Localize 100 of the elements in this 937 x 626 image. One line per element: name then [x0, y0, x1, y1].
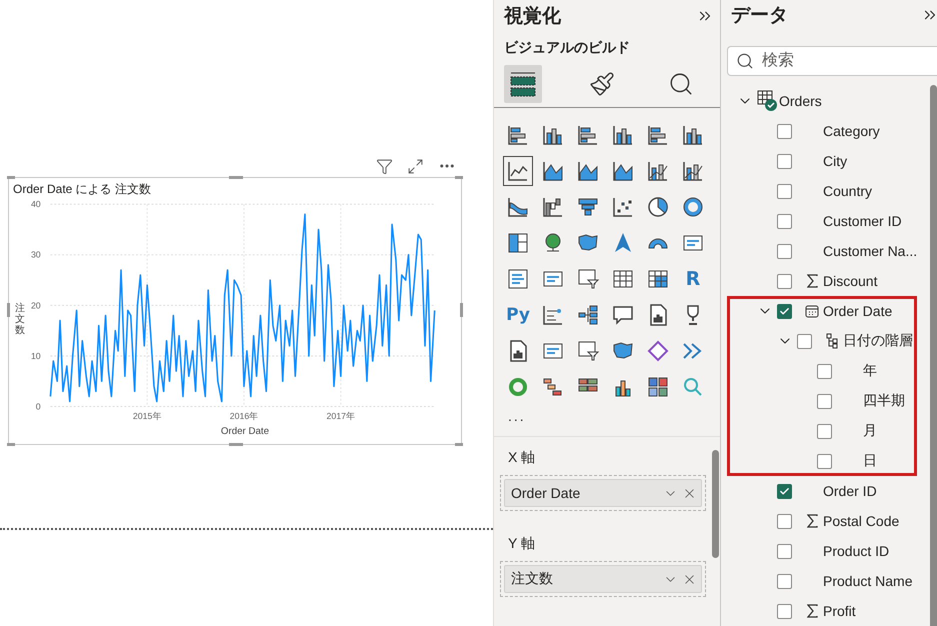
- axis-tick-label: 0: [36, 401, 41, 412]
- area-chart-icon: [576, 159, 600, 183]
- checkbox[interactable]: [817, 394, 832, 408]
- treemap-icon: [506, 231, 530, 255]
- tree-item-label[interactable]: 年: [863, 362, 877, 380]
- axis-tick-label: 30: [30, 250, 41, 260]
- tree-item-label[interactable]: Postal Code: [823, 513, 900, 529]
- field-well[interactable]: 注文数: [500, 561, 706, 597]
- resize-handle[interactable]: [7, 443, 15, 446]
- area-chart-icon: [541, 159, 565, 183]
- sigma-icon: [806, 604, 818, 618]
- axis-tick-label: 2015年: [132, 411, 162, 422]
- column-chart-icon: [541, 123, 565, 147]
- column-chart-icon: [611, 123, 635, 147]
- tree-item-label[interactable]: 月: [863, 422, 877, 440]
- search-icon: [736, 52, 754, 70]
- field-well[interactable]: Order Date: [500, 475, 706, 511]
- build-tab[interactable]: [504, 65, 542, 103]
- table-check-icon: [757, 90, 779, 112]
- checkbox[interactable]: [777, 244, 792, 258]
- text-box-icon: [506, 267, 530, 291]
- tree-item-label[interactable]: City: [823, 153, 848, 169]
- paintbrush-icon: [589, 71, 615, 97]
- axis-title: Order Date: [220, 426, 269, 437]
- checkbox[interactable]: [817, 454, 832, 468]
- checkbox[interactable]: [817, 424, 832, 438]
- tree-item-label[interactable]: Orders: [779, 93, 822, 109]
- donut-chart-icon: [681, 195, 705, 219]
- focus-mode-icon[interactable]: [407, 158, 424, 174]
- field-pill-label: Order Date: [511, 485, 580, 501]
- chart-title: Order Date による 注文数: [13, 182, 152, 196]
- axis-tick-label: 2017年: [326, 411, 355, 422]
- tree-item-label[interactable]: 日: [863, 452, 877, 470]
- checkbox[interactable]: [777, 544, 792, 558]
- key-influencers-icon: [541, 303, 565, 327]
- scatter-chart-icon: [611, 195, 635, 219]
- checkbox[interactable]: [777, 574, 792, 588]
- area-chart-icon: [611, 159, 635, 183]
- tree-item-label[interactable]: Order Date: [823, 303, 892, 319]
- checkbox[interactable]: [777, 214, 792, 228]
- resize-handle[interactable]: [229, 443, 243, 446]
- checkbox[interactable]: [817, 364, 832, 378]
- tree-item-label[interactable]: 四半期: [863, 392, 905, 410]
- checkbox[interactable]: [777, 154, 792, 168]
- scrollbar-thumb[interactable]: [930, 85, 937, 626]
- more-visuals-button[interactable]: ...: [494, 402, 720, 424]
- section-title: ビジュアルのビルド: [503, 38, 631, 57]
- axis-tick-label: 10: [30, 350, 41, 361]
- bar-chart-icon: [646, 123, 670, 147]
- resize-handle[interactable]: [460, 303, 463, 317]
- slicer-icon: [576, 267, 600, 291]
- search-field[interactable]: 検索: [727, 46, 937, 76]
- decomposition-tree-icon: [576, 303, 600, 327]
- tree-item-label[interactable]: Category: [823, 123, 880, 139]
- combo-chart-icon: [681, 159, 705, 183]
- resize-handle[interactable]: [7, 176, 15, 179]
- filter-icon[interactable]: [376, 158, 393, 174]
- axis-tick-label: 20: [30, 300, 41, 310]
- tree-item-label[interactable]: Discount: [823, 273, 878, 289]
- sigma-icon: [806, 514, 818, 528]
- checkbox[interactable]: [777, 304, 792, 318]
- pie-chart-icon: [646, 195, 670, 219]
- line-chart-icon: [506, 159, 530, 183]
- checkbox[interactable]: [777, 514, 792, 528]
- scrollbar-thumb[interactable]: [712, 450, 719, 558]
- slicer-icon: [576, 339, 600, 363]
- tree-item-label[interactable]: 日付の階層: [843, 332, 913, 350]
- calendar-icon: [805, 304, 819, 318]
- resize-handle[interactable]: [7, 303, 10, 317]
- visual-type-button[interactable]: Py: [503, 300, 533, 330]
- checkbox[interactable]: [797, 334, 812, 348]
- resize-handle[interactable]: [455, 443, 463, 446]
- checkmark-icon: [779, 306, 790, 316]
- ring-icon: [506, 375, 530, 399]
- checkbox[interactable]: [777, 604, 792, 618]
- hierarchy-icon: [826, 333, 838, 349]
- visual-type-button[interactable]: [503, 156, 533, 186]
- checkbox[interactable]: [777, 484, 792, 498]
- tree-item-label[interactable]: Customer ID: [823, 213, 902, 229]
- chart-visual[interactable]: Order Date による 注文数 注文数 0 10 20 30 40 2015年 2016年 2017年 Order Date: [8, 177, 462, 445]
- field-pill-label: 注文数: [511, 570, 553, 588]
- waterfall-chart-icon: [541, 195, 565, 219]
- tree-item-label[interactable]: Product ID: [823, 543, 890, 559]
- visual-type-button[interactable]: R: [678, 264, 708, 294]
- resize-handle[interactable]: [229, 176, 243, 179]
- tree-item-label[interactable]: Product Name: [823, 573, 912, 589]
- tree-item-label[interactable]: Country: [823, 183, 872, 199]
- axis-title: 注文数: [15, 302, 25, 336]
- tree-item-label[interactable]: Order ID: [823, 483, 877, 499]
- resize-handle[interactable]: [455, 176, 463, 179]
- column-chart-icon: [681, 123, 705, 147]
- checkmark-icon: [779, 486, 790, 496]
- diamond-icon: [646, 339, 670, 363]
- sigma-icon: [806, 274, 818, 288]
- tree-item-label[interactable]: Profit: [823, 603, 856, 619]
- tree-item-label[interactable]: Customer Na...: [823, 243, 918, 259]
- checkbox[interactable]: [777, 274, 792, 288]
- checkbox[interactable]: [777, 124, 792, 138]
- checkbox[interactable]: [777, 184, 792, 198]
- bar-chart-icon: [506, 123, 530, 147]
